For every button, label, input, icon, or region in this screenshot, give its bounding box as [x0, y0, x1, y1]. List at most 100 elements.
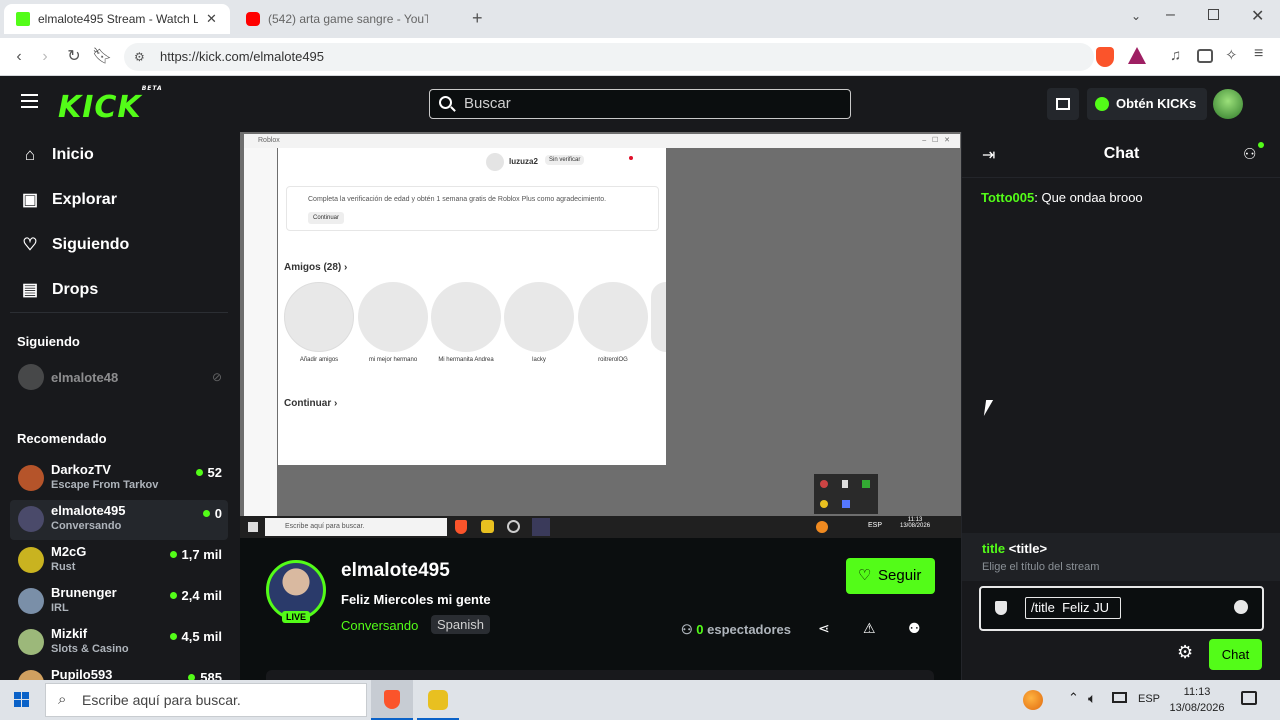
user-avatar[interactable] — [1213, 89, 1243, 119]
browser-tab-bar: elmalote495 Stream - Watch Live ✕ (542) … — [0, 0, 1280, 38]
volume-icon[interactable]: 🔈︎ — [1088, 690, 1096, 707]
viewer-number: 0 — [696, 622, 704, 637]
drops-icon: ▤ — [21, 280, 39, 299]
viewer-count: 585 — [188, 670, 222, 680]
url-field[interactable]: ⚙ https://kick.com/elmalote495 — [124, 43, 1094, 71]
stream-category-link[interactable]: Conversando — [341, 618, 418, 633]
recommended-channel-item-selected[interactable]: elmalote495 Conversando 0 — [10, 500, 228, 540]
tray-app-icon[interactable] — [1023, 690, 1043, 710]
report-icon[interactable]: ⚠ — [863, 620, 876, 637]
friend-name: Mi hermanita Andrea — [438, 357, 494, 363]
chat-input-value: /title Feliz JU — [1025, 597, 1121, 619]
language-tag[interactable]: Spanish — [431, 615, 490, 634]
minimize-icon[interactable]: – — [1166, 6, 1175, 24]
command-name: title — [982, 541, 1006, 556]
kick-favicon-icon — [16, 12, 30, 26]
recommended-channel-item[interactable]: Mizkif Slots & Casino 4,5 mil — [10, 623, 228, 663]
recommended-channel-item[interactable]: Brunenger IRL 2,4 mil — [10, 582, 228, 622]
browser-tab-youtube[interactable]: (542) arta game sangre - YouTube — [234, 4, 460, 34]
taskbar-search-input[interactable]: ⌕ Escribe aquí para buscar. — [45, 683, 367, 717]
sidebar-item-inicio[interactable]: ⌂ Inicio — [20, 140, 94, 170]
sidebar-item-explorar[interactable]: ▣ Explorar — [20, 185, 117, 215]
taskbar-streaming-app[interactable] — [417, 680, 459, 720]
brave-rewards-icon[interactable] — [1128, 47, 1146, 64]
network-icon[interactable] — [1112, 692, 1127, 703]
tab-title: (542) arta game sangre - YouTube — [268, 12, 428, 26]
recommended-channel-item[interactable]: Pupilo593 585 — [10, 664, 228, 680]
brave-shields-icon[interactable] — [1096, 47, 1114, 67]
follow-button[interactable]: ♡ Seguir — [846, 558, 935, 594]
avatar — [18, 506, 44, 532]
chat-input[interactable]: /title Feliz JU — [979, 586, 1264, 631]
forward-icon[interactable]: › — [34, 46, 56, 68]
chat-settings-gear-icon[interactable]: ⚙ — [1177, 642, 1193, 663]
channel-name: M2cG — [51, 544, 87, 559]
tray-expand-icon[interactable]: ⌃ — [1068, 690, 1079, 706]
divider — [10, 312, 228, 313]
dashboard-button[interactable] — [1047, 88, 1079, 120]
new-tab-icon[interactable]: + — [472, 8, 483, 29]
viewer-counter: ⚇ 0 espectadores — [681, 622, 791, 638]
offline-icon: ⊘ — [211, 370, 222, 384]
notification-center-icon[interactable] — [1241, 691, 1257, 705]
tab-search-chevron-icon[interactable]: ⌄ — [1131, 9, 1141, 23]
chat-text: Que ondaa brooo — [1041, 190, 1143, 205]
search-placeholder: Buscar — [464, 95, 511, 112]
youtube-favicon-icon — [246, 12, 260, 26]
chat-panel: ⇥ Chat ⚇ Totto005: Que ondaa brooo title… — [961, 132, 1280, 680]
get-kicks-button[interactable]: Obtén KICKs — [1087, 88, 1207, 120]
friend-avatar — [578, 282, 648, 352]
site-info-icon[interactable]: ⚙ — [134, 43, 145, 71]
recommended-channel-item[interactable]: DarkozTV Escape From Tarkov 52 — [10, 459, 228, 499]
taskbar-clock[interactable]: 11:13 13/08/2026 — [1166, 684, 1228, 716]
captured-clock: 11:13 13/08/2026 — [900, 517, 931, 529]
menu-icon[interactable]: ≡ — [1254, 45, 1263, 63]
close-window-icon[interactable]: ✕ — [1251, 6, 1264, 26]
recommended-heading: Recomendado — [17, 431, 107, 446]
emoji-icon[interactable] — [1234, 600, 1248, 614]
video-player[interactable]: Roblox – ☐ ✕ luzuza2 Sin verificar Compl… — [240, 132, 961, 538]
search-input[interactable]: Buscar — [429, 89, 851, 119]
viewers-icon: ⚇ — [681, 622, 693, 637]
taskbar-brave-app[interactable] — [371, 680, 413, 720]
chat-users-icon[interactable]: ⚇ — [1243, 145, 1256, 163]
reload-icon[interactable]: ↻ — [63, 46, 85, 68]
sidebar-item-siguiendo[interactable]: ♡ Siguiendo — [20, 230, 129, 260]
viewer-label: espectadores — [707, 622, 791, 637]
browser-tab-kick[interactable]: elmalote495 Stream - Watch Live ✕ — [4, 4, 230, 34]
following-heading: Siguiendo — [17, 334, 80, 349]
taskbar-search-placeholder: Escribe aquí para buscar. — [82, 692, 241, 708]
chat-header: ⇥ Chat ⚇ — [962, 132, 1280, 178]
command-suggestion[interactable]: title <title> Elige el título del stream — [962, 533, 1280, 581]
channel-category: Conversando — [51, 520, 122, 532]
close-tab-icon[interactable]: ✕ — [206, 11, 217, 27]
channel-name: Mizkif — [51, 626, 88, 641]
chat-send-button[interactable]: Chat — [1209, 639, 1262, 670]
command-description: Elige el título del stream — [982, 561, 1100, 573]
sidebar-item-drops[interactable]: ▤ Drops — [20, 275, 98, 305]
leo-ai-icon[interactable]: ✧ — [1225, 46, 1238, 64]
input-language[interactable]: ESP — [1138, 693, 1160, 705]
kick-logo[interactable]: KICKBETA — [58, 85, 163, 125]
share-icon[interactable]: ⋖ — [818, 620, 830, 637]
logo-text: KICK — [58, 90, 142, 125]
sidebar-item-label: Explorar — [52, 191, 117, 208]
wallet-icon[interactable] — [1197, 49, 1213, 63]
media-icon[interactable]: ♫ — [1170, 47, 1181, 64]
maximize-icon[interactable] — [1208, 9, 1219, 20]
captured-window-controls: – ☐ ✕ — [922, 137, 950, 144]
following-channel-item[interactable]: elmalote48 ⊘ — [10, 358, 228, 398]
back-icon[interactable]: ‹ — [8, 46, 30, 68]
hamburger-menu-icon[interactable] — [21, 94, 38, 108]
recommended-channel-item[interactable]: M2cG Rust 1,7 mil — [10, 541, 228, 581]
roblox-continuar-link: Continuar › — [284, 398, 338, 409]
explore-icon: ▣ — [21, 190, 39, 209]
bookmark-icon[interactable]: 🔖︎ — [91, 46, 113, 68]
chat-username[interactable]: Totto005 — [981, 190, 1034, 205]
windows-start-icon[interactable] — [14, 692, 30, 708]
viewer-count: 2,4 mil — [170, 588, 222, 603]
channel-category: Slots & Casino — [51, 643, 129, 655]
channel-name[interactable]: elmalote495 — [341, 560, 450, 582]
clip-user-icon[interactable]: ⚉ — [908, 620, 921, 637]
clock-date: 13/08/2026 — [1169, 702, 1225, 714]
